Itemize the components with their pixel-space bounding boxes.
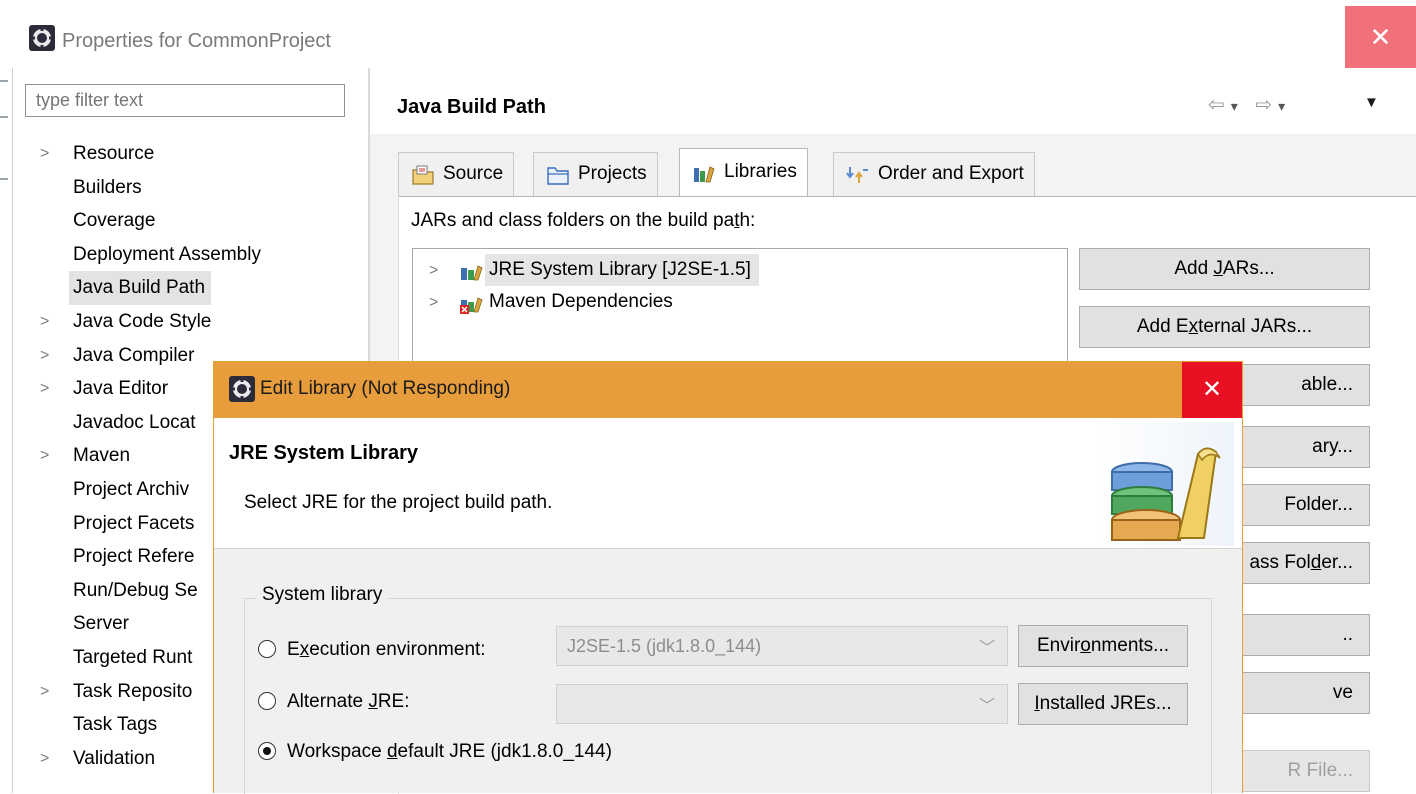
tree-item-label: Java Build Path <box>69 271 212 306</box>
tree-item-label: Builders <box>73 176 142 198</box>
library-icon <box>461 265 483 281</box>
tab-order-export-label: Order and Export <box>878 163 1024 184</box>
close-icon: ✕ <box>1201 376 1223 403</box>
alternate-jre-label: Alternate JRE: <box>287 691 410 712</box>
tree-item-label: Java Code Style <box>73 311 212 332</box>
tree-item-label: Project Archiv <box>73 479 190 500</box>
chevron-right-icon[interactable]: > <box>40 750 56 768</box>
chevron-right-icon[interactable]: > <box>40 380 56 398</box>
library-books-icon <box>1094 422 1234 546</box>
eclipse-gear-icon <box>229 376 255 402</box>
add-external-jars-button[interactable]: Add External JARs... <box>1079 306 1370 348</box>
tree-item-label: Coverage <box>73 210 156 232</box>
tree-item-label: Task Reposito <box>73 680 193 702</box>
forward-arrow-icon[interactable]: ⇨ <box>1255 94 1278 116</box>
tab-source[interactable]: Source <box>398 152 515 196</box>
back-arrow-icon[interactable]: ⇦ <box>1208 94 1231 116</box>
workspace-default-jre-label: Workspace default JRE (jdk1.8.0_144) <box>287 741 612 762</box>
order-export-icon <box>846 167 868 183</box>
tree-item-label: Javadoc Locat <box>73 411 196 433</box>
page-title: Java Build Path <box>397 96 546 118</box>
dialog-title: Edit Library (Not Responding) <box>260 378 511 399</box>
source-folder-icon <box>412 165 434 185</box>
projects-folder-icon <box>547 167 569 185</box>
tab-projects-label: Projects <box>578 163 647 184</box>
chevron-right-icon[interactable]: > <box>40 447 56 465</box>
chevron-right-icon[interactable]: > <box>40 347 56 365</box>
dialog-banner-description: Select JRE for the project build path. <box>244 492 553 513</box>
window-close-button[interactable]: ✕ <box>1345 6 1416 68</box>
radio-indicator[interactable] <box>258 692 276 710</box>
chevron-right-icon[interactable]: > <box>40 145 56 163</box>
tree-item-label: Java Editor <box>73 378 169 400</box>
window-title: Properties for CommonProject <box>62 30 331 52</box>
dialog-close-button[interactable]: ✕ <box>1182 362 1242 418</box>
environments-button[interactable]: Environments... <box>1018 625 1188 667</box>
tree-item-label: Validation <box>73 747 156 769</box>
tree-item-label: Project Facets <box>73 512 195 534</box>
radio-indicator[interactable] <box>258 640 276 658</box>
edit-library-dialog: Edit Library (Not Responding) ✕ JRE Syst… <box>213 361 1243 794</box>
close-icon: ✕ <box>1369 22 1392 52</box>
chevron-right-icon[interactable]: > <box>40 313 56 331</box>
view-menu-icon[interactable]: ▼ <box>1364 94 1379 111</box>
page-navigation: ⇦▾ ⇨▾ <box>1208 92 1291 117</box>
tab-libraries-label: Libraries <box>724 161 797 182</box>
tab-projects[interactable]: Projects <box>533 152 658 196</box>
back-dropdown-icon[interactable]: ▾ <box>1231 98 1244 114</box>
tree-item-label: Project Refere <box>73 546 195 568</box>
tree-item-label: Maven <box>73 445 131 467</box>
chevron-right-icon[interactable]: > <box>429 294 438 312</box>
installed-jres-button[interactable]: Installed JREs... <box>1018 683 1188 725</box>
add-jars-button[interactable]: Add JARs... <box>1079 248 1370 290</box>
tree-item-label: Run/Debug Se <box>73 579 198 601</box>
chevron-right-icon[interactable]: > <box>40 683 56 701</box>
dialog-title-bar[interactable]: Edit Library (Not Responding) ✕ <box>214 362 1242 418</box>
build-path-entry-label: Maven Dependencies <box>489 291 673 312</box>
libraries-icon <box>694 166 715 183</box>
system-library-group-label: System library <box>256 584 389 606</box>
forward-dropdown-icon[interactable]: ▾ <box>1278 98 1291 114</box>
execution-environment-label: Execution environment: <box>287 639 486 660</box>
dialog-banner-title: JRE System Library <box>229 442 418 464</box>
tab-libraries[interactable]: Libraries <box>679 148 808 196</box>
radio-indicator-selected[interactable] <box>258 742 276 760</box>
tree-item-label: Task Tags <box>73 714 158 736</box>
filter-input[interactable] <box>25 84 345 117</box>
tab-order-export[interactable]: Order and Export <box>833 152 1035 196</box>
tree-item-label: Targeted Runt <box>73 647 193 668</box>
tab-source-label: Source <box>443 163 504 184</box>
background-editor-edge <box>0 68 13 793</box>
tree-item-label: Server <box>73 613 129 635</box>
library-error-icon <box>460 297 483 314</box>
dialog-banner: JRE System Library Select JRE for the pr… <box>214 418 1242 549</box>
tree-item-label: Resource <box>73 143 155 164</box>
tree-item-label: Java Compiler <box>73 344 195 366</box>
eclipse-gear-icon <box>29 25 55 51</box>
alternate-jre-select[interactable]: ﹀ <box>556 684 1008 724</box>
execution-environment-select[interactable]: J2SE-1.5 (jdk1.8.0_144) ﹀ <box>556 626 1008 666</box>
build-path-entry-label: JRE System Library [J2SE-1.5] <box>485 254 759 286</box>
jars-label: JARs and class folders on the build path… <box>411 210 756 231</box>
chevron-down-icon: ﹀ <box>978 698 995 715</box>
chevron-right-icon[interactable]: > <box>429 262 438 280</box>
chevron-down-icon: ﹀ <box>978 640 995 657</box>
execution-environment-value: J2SE-1.5 (jdk1.8.0_144) <box>567 636 762 656</box>
tree-item-label: Deployment Assembly <box>73 243 261 265</box>
